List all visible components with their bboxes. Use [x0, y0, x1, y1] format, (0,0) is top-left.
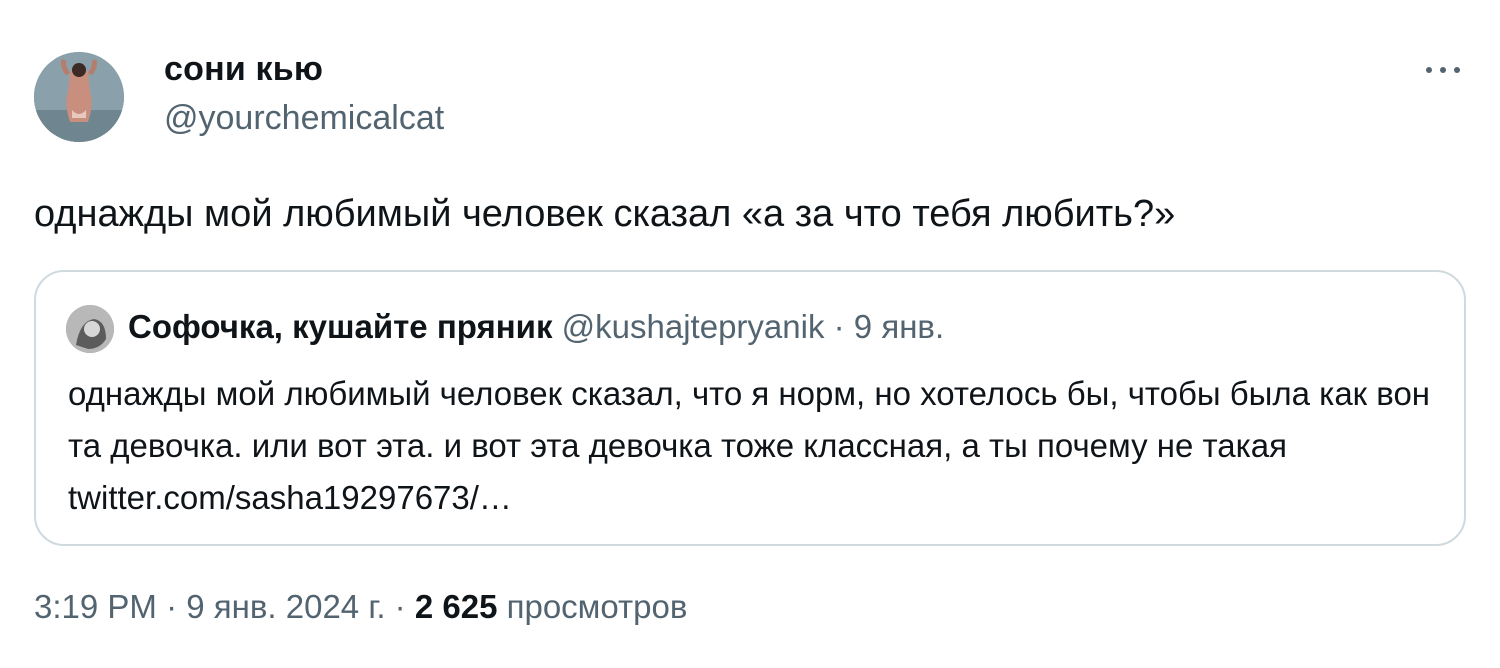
more-horizontal-icon	[1426, 67, 1460, 73]
meta-separator: ·	[394, 588, 406, 625]
meta-separator: ·	[166, 588, 178, 625]
author-avatar[interactable]	[34, 52, 124, 142]
quoted-text: однажды мой любимый человек сказал, что …	[68, 375, 1431, 516]
tweet-card: сони кью @yourchemicalcat однажды мой лю…	[0, 0, 1500, 668]
quoted-header: Софочка, кушайте пряник @kushajtepryanik…	[128, 308, 944, 346]
quoted-date[interactable]: 9 янв.	[854, 308, 944, 345]
tweet-text: однажды мой любимый человек сказал «а за…	[34, 193, 1176, 235]
avatar-photo	[34, 52, 124, 142]
more-options-button[interactable]	[1418, 52, 1468, 88]
views-count[interactable]: 2 625	[415, 588, 498, 625]
tweet-meta: 3:19 PM · 9 янв. 2024 г. · 2 625 просмот…	[34, 588, 687, 626]
quoted-avatar-photo	[66, 305, 114, 353]
quoted-separator: ·	[833, 308, 845, 345]
quoted-handle[interactable]: @kushajtepryanik	[562, 308, 825, 345]
quoted-tweet[interactable]: Софочка, кушайте пряник @kushajtepryanik…	[34, 270, 1466, 546]
views-label[interactable]: просмотров	[507, 588, 688, 625]
author-display-name[interactable]: сони кью	[164, 50, 323, 89]
quoted-author-avatar[interactable]	[66, 305, 114, 353]
author-handle[interactable]: @yourchemicalcat	[164, 99, 444, 138]
tweet-time[interactable]: 3:19 PM	[34, 588, 157, 625]
tweet-date[interactable]: 9 янв. 2024 г.	[186, 588, 385, 625]
quoted-display-name[interactable]: Софочка, кушайте пряник	[128, 308, 552, 345]
